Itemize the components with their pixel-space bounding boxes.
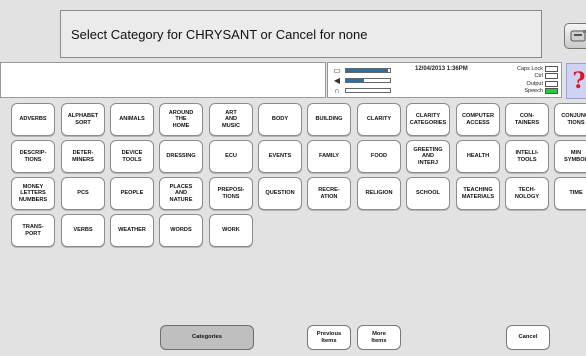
volume-meter: ◀	[332, 76, 391, 85]
category-button-greeting-and-interj[interactable]: GREETING AND INTERJ	[406, 140, 450, 173]
category-button-intelli-tools[interactable]: INTELLI- TOOLS	[505, 140, 549, 173]
output-indicator: Output	[500, 80, 558, 88]
caps-lock-indicator: Caps Lock	[500, 65, 558, 73]
indicator-lamps: Caps Lock Ctrl Output Speech	[500, 65, 558, 95]
category-button-adverbs[interactable]: ADVERBS	[11, 103, 55, 136]
calendar-meter: ▭	[332, 66, 391, 75]
categories-button[interactable]: Categories	[160, 325, 254, 350]
calendar-meter-fill	[346, 69, 388, 72]
keyboard-icon	[570, 30, 586, 42]
keyboard-button[interactable]	[564, 23, 586, 49]
volume-meter-fill	[346, 79, 364, 82]
caps-lock-lamp	[545, 65, 558, 72]
prompt-text: Select Category for CHRYSANT or Cancel f…	[71, 26, 368, 42]
category-button-recre-ation[interactable]: RECRE- ATION	[307, 177, 351, 210]
category-button-family[interactable]: FAMILY	[307, 140, 351, 173]
speech-lamp	[545, 88, 558, 95]
category-button-clarity-categories[interactable]: CLARITY CATEGORIES	[406, 103, 450, 136]
category-button-art-and-music[interactable]: ART AND MUSIC	[209, 103, 253, 136]
category-button-teaching-materials[interactable]: TEACHING MATERIALS	[456, 177, 500, 210]
speech-indicator: Speech	[500, 88, 558, 96]
category-button-min-symbol[interactable]: MIN SYMBOL	[554, 140, 586, 173]
category-button-deter-miners[interactable]: DETER- MINERS	[61, 140, 105, 173]
calendar-icon: ▭	[333, 66, 341, 75]
cancel-button[interactable]: Cancel	[506, 325, 550, 350]
category-button-weather[interactable]: WEATHER	[110, 214, 154, 247]
question-mark-icon: ?	[572, 68, 586, 94]
category-button-clarity[interactable]: CLARITY	[357, 103, 401, 136]
category-button-ecu[interactable]: ECU	[209, 140, 253, 173]
category-button-dressing[interactable]: DRESSING	[159, 140, 203, 173]
message-text-area[interactable]	[0, 62, 326, 98]
category-button-people[interactable]: PEOPLE	[110, 177, 154, 210]
prompt-bar: Select Category for CHRYSANT or Cancel f…	[60, 10, 542, 58]
more-items-button[interactable]: More Items	[357, 325, 401, 350]
category-button-building[interactable]: BUILDING	[307, 103, 351, 136]
category-button-words[interactable]: WORDS	[159, 214, 203, 247]
category-button-religion[interactable]: RELIGION	[357, 177, 401, 210]
category-button-pcs[interactable]: PCS	[61, 177, 105, 210]
category-button-conjunc-tions[interactable]: CONJUNC- TIONS	[554, 103, 586, 136]
category-button-school[interactable]: SCHOOL	[406, 177, 450, 210]
category-button-computer-access[interactable]: COMPUTER ACCESS	[456, 103, 500, 136]
category-button-preposi-tions[interactable]: PREPOSI- TIONS	[209, 177, 253, 210]
category-button-places-and-nature[interactable]: PLACES AND NATURE	[159, 177, 203, 210]
previous-items-button[interactable]: Previous Items	[307, 325, 351, 350]
category-button-con-tainers[interactable]: CON- TAINERS	[505, 103, 549, 136]
category-button-work[interactable]: WORK	[209, 214, 253, 247]
category-button-tech-nology[interactable]: TECH- NOLOGY	[505, 177, 549, 210]
category-button-trans-port[interactable]: TRANS- PORT	[11, 214, 55, 247]
category-button-money-letters-numbers[interactable]: MONEY LETTERS NUMBERS	[11, 177, 55, 210]
speaker-icon: ◀	[333, 76, 341, 85]
headphones-icon: ∩	[334, 86, 340, 95]
volume-slider[interactable]	[345, 78, 391, 83]
category-button-health[interactable]: HEALTH	[456, 140, 500, 173]
category-button-events[interactable]: EVENTS	[258, 140, 302, 173]
category-button-time[interactable]: TIME	[554, 177, 586, 210]
category-button-food[interactable]: FOOD	[357, 140, 401, 173]
status-panel: ▭ ◀ ∩ 12/04/2013 1:36PM Caps Lock Ctrl O…	[327, 62, 562, 98]
ctrl-lamp	[545, 73, 558, 80]
date-time: 12/04/2013 1:36PM	[415, 66, 468, 72]
category-button-around-the-home[interactable]: AROUND THE HOME	[159, 103, 203, 136]
ctrl-indicator: Ctrl	[500, 73, 558, 81]
category-button-device-tools[interactable]: DEVICE TOOLS	[110, 140, 154, 173]
headphone-meter: ∩	[332, 86, 391, 95]
category-button-descrip-tions[interactable]: DESCRIP- TIONS	[11, 140, 55, 173]
category-button-alphabet-sort[interactable]: ALPHABET SORT	[61, 103, 105, 136]
category-button-verbs[interactable]: VERBS	[61, 214, 105, 247]
category-button-animals[interactable]: ANIMALS	[110, 103, 154, 136]
output-lamp	[545, 80, 558, 87]
category-button-question[interactable]: QUESTION	[258, 177, 302, 210]
help-button[interactable]: ?	[566, 63, 586, 99]
category-button-body[interactable]: BODY	[258, 103, 302, 136]
